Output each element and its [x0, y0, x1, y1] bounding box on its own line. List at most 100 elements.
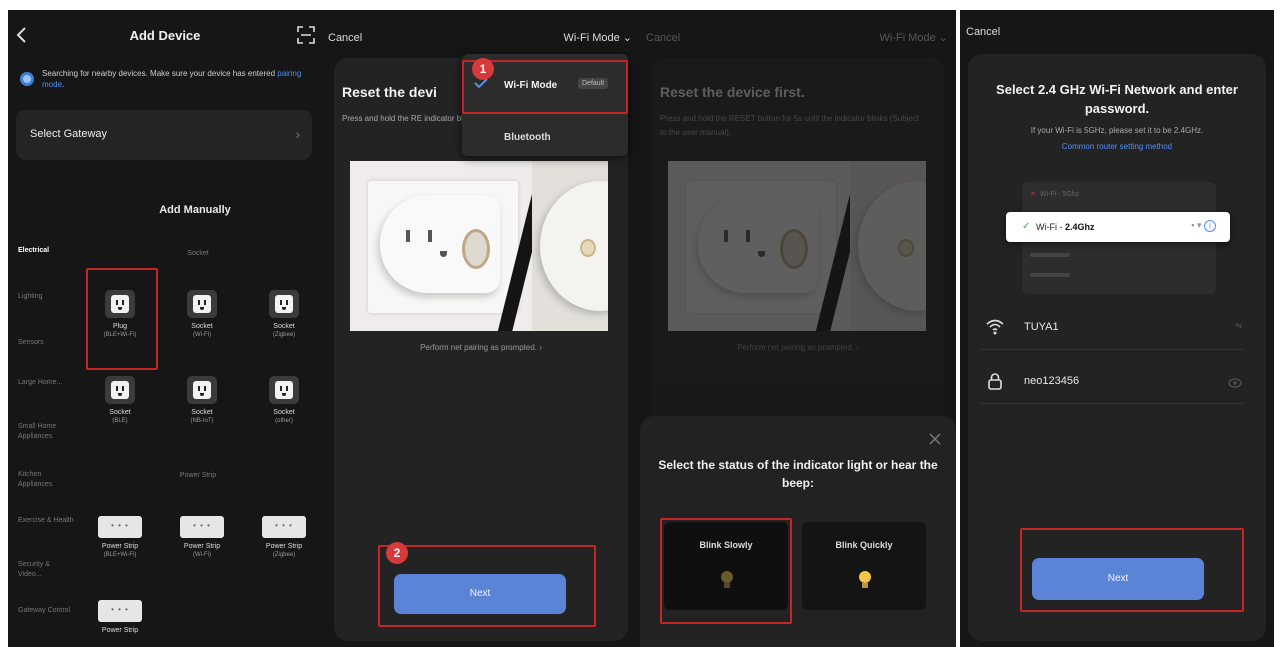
device-name: Power Strip — [265, 543, 303, 550]
blink-quickly-label: Blink Quickly — [835, 540, 893, 550]
section-power-strip-heading: Power Strip — [179, 472, 217, 479]
device-name: Socket — [273, 409, 295, 416]
device-protocol: (NB-IoT) — [190, 418, 214, 424]
cancel-button[interactable]: Cancel — [966, 26, 1000, 38]
network-5g-row: ✕ Wi-Fi - 5Ghz — [1030, 190, 1208, 208]
device-protocol: (other) — [275, 418, 293, 424]
category-large-home[interactable]: Large Home... — [18, 378, 74, 388]
step-badge-2: 2 — [386, 542, 408, 564]
ground-slot — [440, 251, 447, 257]
network-24g-label: Wi-Fi - 2.4Ghz — [1036, 222, 1095, 232]
device-power-strip-zigbee[interactable]: Power Strip (Zigbee) — [254, 516, 314, 559]
device-socket-ble[interactable]: Socket (BLE) — [90, 376, 150, 425]
category-lighting[interactable]: Lighting — [18, 292, 74, 302]
searching-text: Searching for nearby devices. Make sure … — [42, 68, 310, 90]
reset-title: Reset the device first. — [660, 84, 805, 100]
wifi-hint: If your Wi-Fi is 5GHz, please set it to … — [1030, 126, 1204, 135]
select-gateway-label: Select Gateway — [30, 128, 108, 140]
section-socket-heading: Socket — [187, 250, 209, 257]
bulb-on-icon — [859, 571, 871, 588]
cancel-button[interactable]: Cancel — [646, 32, 680, 44]
device-socket-wifi[interactable]: Socket (Wi-Fi) — [172, 290, 232, 339]
category-security-video[interactable]: Security & Video... — [18, 560, 74, 580]
reset-button-image — [780, 229, 808, 269]
device-protocol: (Zigbee) — [272, 552, 296, 558]
device-name: Socket — [109, 409, 131, 416]
power-strip-icon — [262, 516, 306, 538]
socket-icon — [105, 376, 135, 404]
network-24g-row[interactable]: ✓ Wi-Fi - 2.4Ghz ▪ ▾ i — [1006, 212, 1230, 242]
searching-text-end: . — [62, 80, 65, 89]
zoom-plug-image — [858, 181, 926, 311]
wifi-mode-selector[interactable]: Wi-Fi Mode ⌄ — [880, 31, 949, 44]
wifi-icon — [986, 319, 1004, 335]
prong-slot — [406, 230, 410, 242]
zoom-plug-image — [540, 181, 608, 311]
device-power-strip-ble-wifi[interactable]: Power Strip (BLE+Wi-Fi) — [90, 516, 150, 559]
device-protocol: (Wi-Fi) — [193, 552, 211, 558]
reset-button-image — [462, 229, 490, 269]
prong-slot — [746, 230, 750, 242]
header: Add Device — [8, 10, 322, 60]
network-status-icons: ▪ ▾ i — [1191, 220, 1216, 232]
device-name: Power Strip — [101, 543, 139, 550]
prong-slot — [428, 230, 432, 242]
switch-network-icon[interactable]: ⇆ — [1235, 321, 1242, 330]
chevron-right-icon: › — [295, 126, 300, 142]
smart-plug-image — [698, 195, 818, 293]
device-power-strip-other[interactable]: Power Strip — [90, 600, 150, 635]
device-power-strip-wifi[interactable]: Power Strip (Wi-Fi) — [172, 516, 232, 559]
category-electrical[interactable]: Electrical — [18, 246, 74, 256]
category-sensors[interactable]: Sensors — [18, 338, 74, 348]
close-icon[interactable] — [928, 432, 942, 446]
category-kitchen-appliances[interactable]: Kitchen Appliances — [18, 470, 74, 490]
device-name: Socket — [191, 409, 213, 416]
info-icon[interactable]: i — [1204, 220, 1216, 232]
cancel-button[interactable]: Cancel — [328, 32, 362, 44]
smart-plug-image — [380, 195, 500, 293]
lock-icon — [988, 373, 1002, 390]
category-gateway-control[interactable]: Gateway Control — [18, 606, 74, 616]
reset-illustration — [350, 161, 608, 331]
scan-icon[interactable] — [296, 25, 316, 45]
device-name: Socket — [273, 323, 295, 330]
step-badge-1: 1 — [472, 58, 494, 80]
placeholder-bar — [1030, 273, 1070, 278]
wifi-mode-selector[interactable]: Wi-Fi Mode ⌄ — [564, 31, 633, 44]
device-socket-zigbee[interactable]: Socket (Zigbee) — [254, 290, 314, 339]
device-protocol: (BLE+Wi-Fi) — [103, 552, 137, 558]
reset-device-screen: Cancel Wi-Fi Mode ⌄ Reset the devi Press… — [322, 10, 640, 647]
network-placeholder-row — [1030, 272, 1208, 290]
blink-quickly-option[interactable]: Blink Quickly — [802, 522, 926, 610]
eye-icon[interactable] — [1228, 378, 1242, 388]
password-field[interactable]: neo123456 — [980, 364, 1244, 404]
indicator-status-sheet: Select the status of the indicator light… — [640, 416, 956, 647]
device-name: Power Strip — [183, 543, 221, 550]
wifi-title: Select 2.4 GHz Wi-Fi Network and enter p… — [996, 82, 1238, 116]
perform-pairing-link[interactable]: Perform net pairing as prompted. › — [640, 343, 956, 352]
select-gateway-button[interactable]: Select Gateway › — [16, 110, 312, 160]
category-small-home-appliances[interactable]: Small Home Appliances — [18, 422, 74, 442]
category-exercise-health[interactable]: Exercise & Health — [18, 516, 74, 526]
device-socket-nb-iot[interactable]: Socket (NB-IoT) — [172, 376, 232, 425]
ssid-value: TUYA1 — [1024, 321, 1059, 333]
power-strip-icon — [98, 600, 142, 622]
network-placeholder-row — [1030, 252, 1208, 270]
zoom-detail — [850, 161, 926, 331]
password-value: neo123456 — [1024, 375, 1080, 387]
device-socket-other[interactable]: Socket (other) — [254, 376, 314, 425]
indicator-status-screen: Cancel Wi-Fi Mode ⌄ Reset the device fir… — [640, 10, 956, 647]
highlight-blink-slowly — [660, 518, 792, 624]
highlight-next — [378, 545, 596, 627]
searching-message: Searching for nearby devices. Make sure … — [42, 69, 278, 78]
indicator-led — [580, 239, 596, 257]
searching-status: Searching for nearby devices. Make sure … — [16, 66, 314, 100]
ssid-field[interactable]: TUYA1 ⇆ — [980, 310, 1244, 350]
dropdown-bluetooth[interactable]: Bluetooth — [504, 132, 551, 143]
device-protocol: (BLE) — [112, 418, 128, 424]
router-setting-link[interactable]: Common router setting method — [970, 142, 1264, 151]
highlight-plug — [86, 268, 158, 370]
socket-icon — [269, 376, 299, 404]
socket-icon — [269, 290, 299, 318]
perform-pairing-link[interactable]: Perform net pairing as prompted. › — [322, 343, 640, 352]
